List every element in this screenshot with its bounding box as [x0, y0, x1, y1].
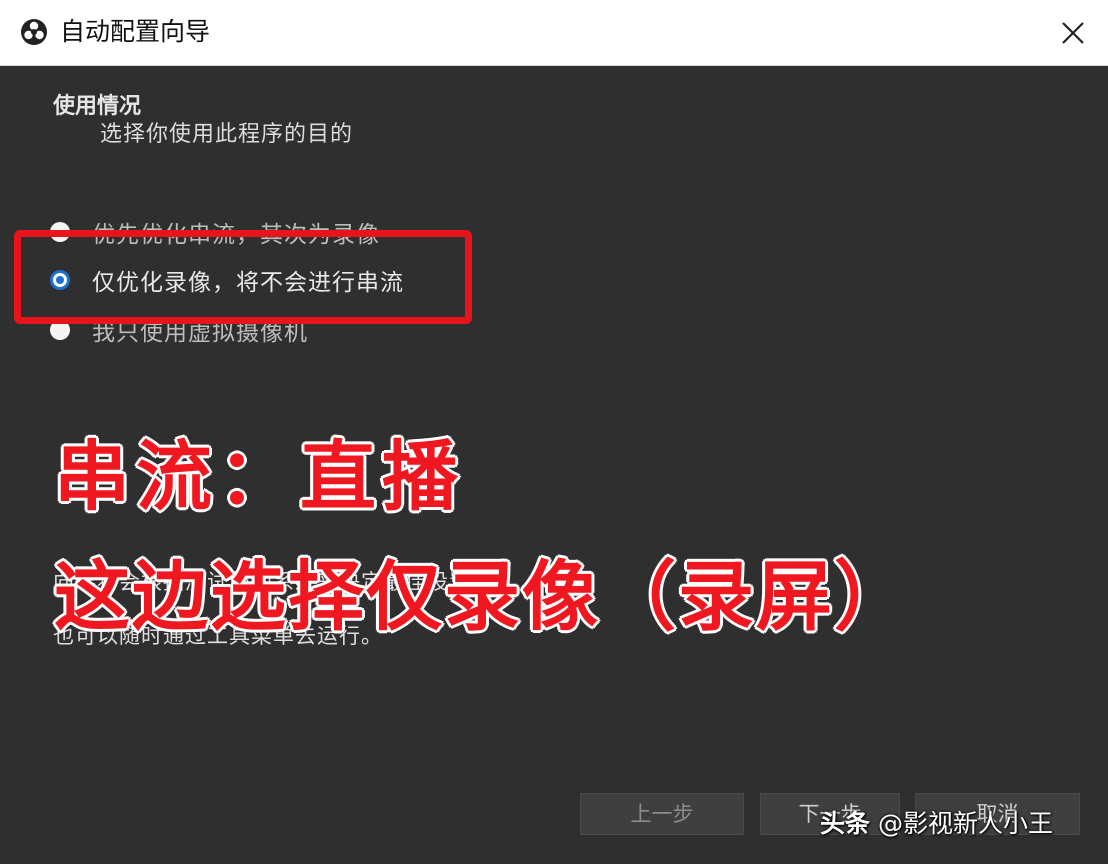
back-button[interactable]: 上一步 [580, 793, 744, 835]
watermark-brand: 头条 [820, 809, 871, 838]
annotation-title: 串流：直播 [54, 432, 464, 521]
watermark-handle: @影视新人小王 [877, 809, 1053, 838]
obs-logo-icon [20, 18, 48, 46]
close-button[interactable] [1038, 0, 1108, 66]
window-title: 自动配置向导 [60, 17, 211, 46]
annotation-subtitle: 这边选择仅录像（录屏） [54, 552, 912, 641]
close-icon [1062, 22, 1084, 44]
highlight-box [14, 230, 472, 324]
usage-subheading: 选择你使用此程序的目的 [100, 122, 354, 147]
watermark: 头条 @影视新人小王 [820, 804, 1053, 840]
title-bar: 自动配置向导 [0, 0, 1108, 66]
